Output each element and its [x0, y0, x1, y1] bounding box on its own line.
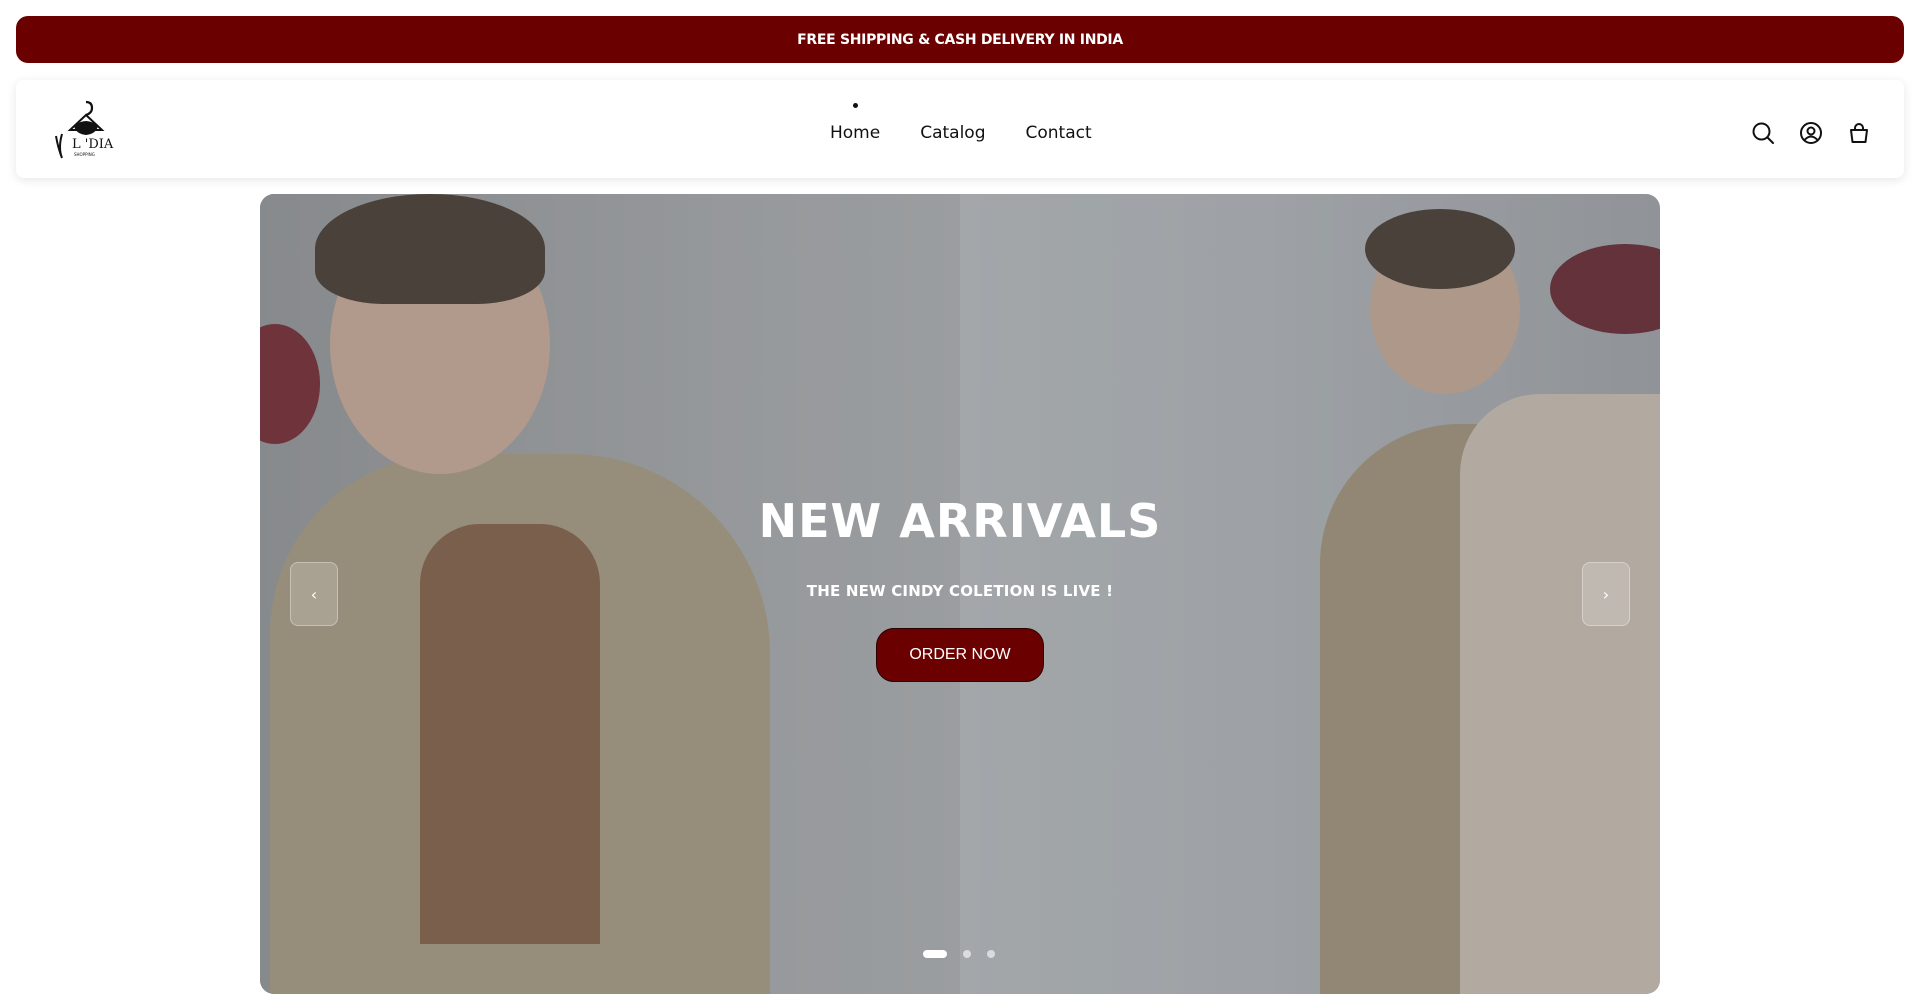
account-icon[interactable]	[1798, 116, 1824, 144]
slide-dot-1[interactable]	[923, 950, 947, 958]
site-header: L 'DIA SHOPPING Home Catalog Contact	[16, 80, 1904, 178]
hero-slideshow: NEW ARRIVALS THE NEW CINDY COLETION IS L…	[260, 194, 1660, 994]
nav-item-contact[interactable]: Contact	[1026, 115, 1092, 143]
nav-item-catalog[interactable]: Catalog	[920, 115, 985, 143]
next-slide-button[interactable]: ›	[1582, 562, 1630, 626]
announcement-bar: FREE SHIPPING & CASH DELIVERY IN INDIA	[16, 16, 1904, 63]
header-actions	[1728, 80, 1872, 178]
slide-pagination	[923, 949, 995, 959]
logo-subtext: SHOPPING	[74, 152, 95, 157]
chevron-right-icon: ›	[1602, 584, 1610, 604]
announcement-text: FREE SHIPPING & CASH DELIVERY IN INDIA	[797, 31, 1123, 48]
nav-item-label: Contact	[1025, 123, 1092, 143]
search-icon[interactable]	[1750, 116, 1776, 144]
previous-slide-button[interactable]: ‹	[290, 562, 338, 626]
logo-text: L 'DIA	[72, 137, 114, 152]
cart-icon[interactable]	[1846, 116, 1872, 143]
nav-item-home[interactable]: Home	[830, 103, 881, 143]
slide-dot-3[interactable]	[987, 950, 995, 958]
logo[interactable]: L 'DIA SHOPPING	[48, 96, 120, 162]
main-nav: Home Catalog Contact	[830, 80, 1092, 178]
slide-dot-2[interactable]	[963, 950, 971, 958]
hero-title: NEW ARRIVALS	[758, 494, 1162, 548]
hero-subtitle: THE NEW CINDY COLETION IS LIVE !	[806, 582, 1114, 600]
active-indicator-dot	[853, 103, 859, 108]
nav-item-label: Home	[830, 123, 881, 143]
order-now-button[interactable]: ORDER NOW	[876, 628, 1044, 682]
nav-item-label: Catalog	[920, 123, 986, 143]
hanger-logo-icon: L 'DIA SHOPPING	[55, 100, 114, 159]
chevron-left-icon: ‹	[310, 584, 318, 604]
